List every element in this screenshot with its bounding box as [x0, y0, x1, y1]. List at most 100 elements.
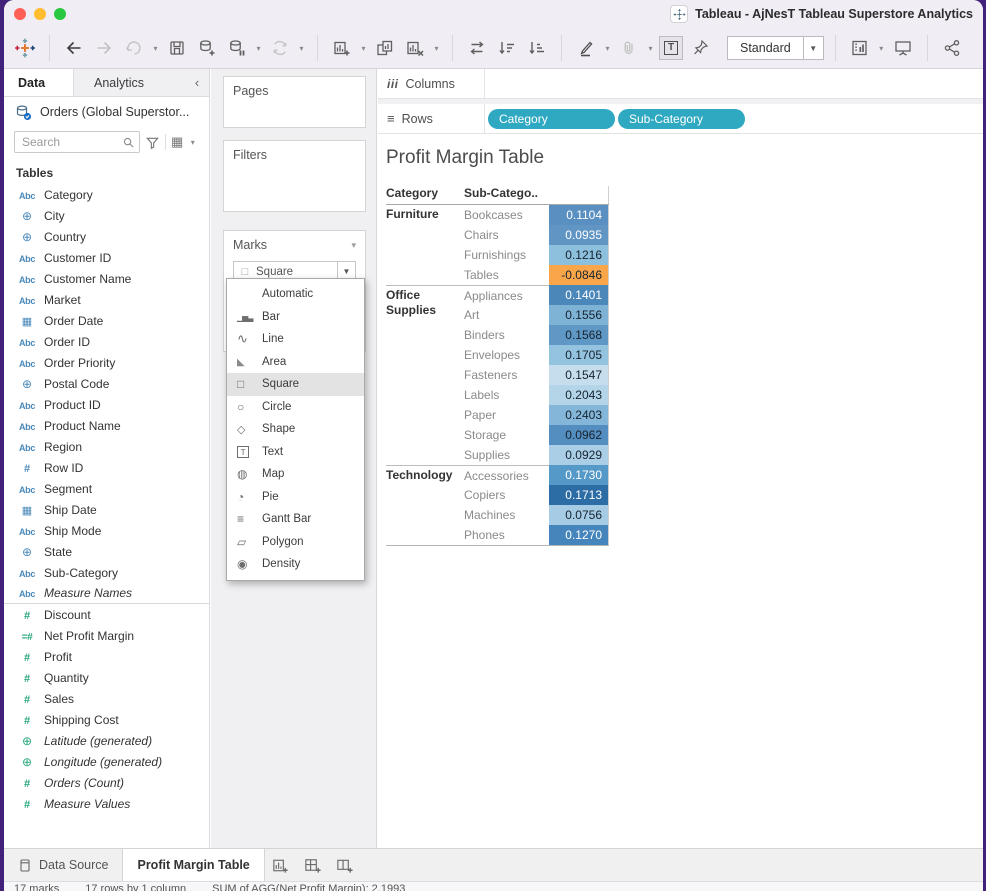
new-worksheet-tab-icon[interactable] — [265, 849, 297, 881]
value-cell[interactable]: 0.1705 — [549, 345, 609, 365]
field-row[interactable]: Orders (Count) — [4, 772, 209, 793]
subcategory-cell[interactable]: Tables — [464, 265, 549, 285]
value-cell[interactable]: 0.1547 — [549, 365, 609, 385]
value-cell[interactable]: 0.1556 — [549, 305, 609, 325]
subcategory-cell[interactable]: Paper — [464, 405, 549, 425]
category-cell[interactable] — [386, 225, 464, 245]
attach-icon[interactable] — [616, 35, 642, 61]
value-cell[interactable]: 0.0929 — [549, 445, 609, 465]
duplicate-sheet-icon[interactable] — [372, 35, 398, 61]
minimize-window-button[interactable] — [34, 8, 46, 20]
category-cell[interactable]: Furniture — [386, 205, 464, 225]
subcategory-cell[interactable]: Art — [464, 305, 549, 325]
back-icon[interactable] — [61, 35, 87, 61]
field-row[interactable]: Category — [4, 184, 209, 205]
value-cell[interactable]: 0.1568 — [549, 325, 609, 345]
mark-type-menu-item[interactable]: Area — [227, 351, 364, 374]
subcategory-cell[interactable]: Copiers — [464, 485, 549, 505]
category-cell[interactable] — [386, 345, 464, 365]
category-header[interactable]: Category — [386, 186, 464, 204]
shelf-pill[interactable]: Category — [488, 109, 615, 129]
mark-type-menu-item[interactable]: Pie — [227, 486, 364, 509]
redo-icon[interactable] — [121, 35, 147, 61]
category-cell[interactable] — [386, 245, 464, 265]
mark-type-menu-item[interactable]: Map — [227, 463, 364, 486]
share-icon[interactable] — [939, 35, 965, 61]
field-row[interactable]: Postal Code — [4, 373, 209, 394]
category-cell[interactable] — [386, 525, 464, 545]
field-row[interactable]: Order ID — [4, 331, 209, 352]
field-row[interactable]: Profit — [4, 646, 209, 667]
field-row[interactable]: Customer Name — [4, 268, 209, 289]
field-row[interactable]: Order Priority — [4, 352, 209, 373]
subcategory-cell[interactable]: Fasteners — [464, 365, 549, 385]
tab-analytics[interactable]: Analytics — [74, 69, 185, 96]
field-row[interactable]: Order Date — [4, 310, 209, 331]
value-cell[interactable]: 0.1270 — [549, 525, 609, 545]
category-cell[interactable] — [386, 425, 464, 445]
field-row[interactable]: Net Profit Margin — [4, 625, 209, 646]
category-cell[interactable] — [386, 385, 464, 405]
category-cell[interactable]: Technology — [386, 465, 464, 485]
new-worksheet-caret-icon[interactable]: ▾ — [359, 44, 368, 53]
field-row[interactable]: Latitude (generated) — [4, 730, 209, 751]
fit-selector-caret-icon[interactable]: ▼ — [803, 37, 823, 59]
highlight-caret-icon[interactable]: ▾ — [603, 44, 612, 53]
mark-type-menu-item[interactable]: Circle — [227, 396, 364, 419]
marks-collapse-icon[interactable]: ▾ — [351, 240, 356, 251]
field-row[interactable]: Market — [4, 289, 209, 310]
value-cell[interactable]: 0.1216 — [549, 245, 609, 265]
tab-profit-margin-table[interactable]: Profit Margin Table — [122, 849, 264, 881]
field-row[interactable]: Ship Mode — [4, 520, 209, 541]
field-row[interactable]: Sub-Category — [4, 562, 209, 583]
shelf-pill[interactable]: Sub-Category — [618, 109, 745, 129]
value-cell[interactable]: 0.1401 — [549, 285, 609, 305]
category-cell[interactable]: Office Supplies — [386, 285, 464, 305]
field-row[interactable]: Region — [4, 436, 209, 457]
field-row[interactable]: Ship Date — [4, 499, 209, 520]
subcategory-cell[interactable]: Chairs — [464, 225, 549, 245]
filters-shelf[interactable]: Filters — [223, 140, 366, 212]
new-dashboard-tab-icon[interactable] — [297, 849, 329, 881]
show-me-icon[interactable] — [847, 35, 873, 61]
value-cell[interactable]: 0.1730 — [549, 465, 609, 485]
show-mark-labels-button[interactable]: T — [659, 36, 683, 60]
refresh-caret-icon[interactable]: ▾ — [297, 44, 306, 53]
refresh-data-source-icon[interactable] — [267, 35, 293, 61]
subcategory-cell[interactable]: Supplies — [464, 445, 549, 465]
pause-auto-updates-icon[interactable] — [224, 35, 250, 61]
attach-caret-icon[interactable]: ▾ — [646, 44, 655, 53]
category-cell[interactable] — [386, 445, 464, 465]
mark-type-menu-item[interactable]: Gantt Bar — [227, 508, 364, 531]
search-input[interactable]: Search — [14, 131, 140, 153]
subcategory-header[interactable]: Sub-Catego.. — [464, 186, 549, 204]
value-cell[interactable]: 0.1713 — [549, 485, 609, 505]
presentation-mode-icon[interactable] — [890, 35, 916, 61]
value-cell[interactable]: 0.2043 — [549, 385, 609, 405]
clear-sheet-icon[interactable] — [402, 35, 428, 61]
category-cell[interactable] — [386, 485, 464, 505]
value-cell[interactable]: 0.1104 — [549, 205, 609, 225]
filter-fields-icon[interactable] — [145, 135, 160, 150]
subcategory-cell[interactable]: Machines — [464, 505, 549, 525]
field-row[interactable]: Product Name — [4, 415, 209, 436]
pages-shelf[interactable]: Pages — [223, 76, 366, 128]
columns-shelf[interactable]: iii Columns — [378, 69, 983, 99]
close-window-button[interactable] — [14, 8, 26, 20]
field-row[interactable]: Product ID — [4, 394, 209, 415]
tab-data-source[interactable]: Data Source — [4, 849, 122, 881]
subcategory-cell[interactable]: Labels — [464, 385, 549, 405]
zoom-window-button[interactable] — [54, 8, 66, 20]
field-row[interactable]: Sales — [4, 688, 209, 709]
mark-type-menu-item[interactable]: Shape — [227, 418, 364, 441]
field-row[interactable]: State — [4, 541, 209, 562]
field-row[interactable]: Discount — [4, 604, 209, 625]
field-row[interactable]: City — [4, 205, 209, 226]
field-row[interactable]: Shipping Cost — [4, 709, 209, 730]
new-story-tab-icon[interactable] — [329, 849, 361, 881]
show-me-caret-icon[interactable]: ▾ — [877, 44, 886, 53]
value-cell[interactable]: 0.0962 — [549, 425, 609, 445]
subcategory-cell[interactable]: Phones — [464, 525, 549, 545]
field-row[interactable]: Country — [4, 226, 209, 247]
redo-caret-icon[interactable]: ▾ — [151, 44, 160, 53]
